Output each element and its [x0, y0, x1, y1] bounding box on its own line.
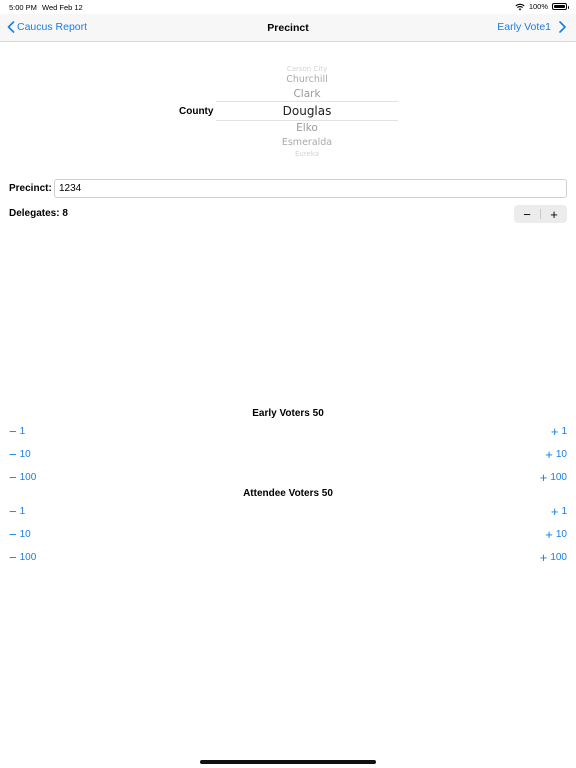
plus-icon: +	[539, 469, 548, 485]
early-voters-title: Early Voters 50	[252, 408, 324, 419]
plus-icon: +	[550, 423, 559, 439]
minus-icon: −	[9, 503, 17, 519]
minus-icon: −	[9, 549, 17, 565]
picker-option[interactable]: Elko	[216, 122, 398, 134]
home-indicator[interactable]	[200, 760, 376, 764]
early-plus-100-button[interactable]: + 100	[539, 469, 567, 485]
delegates-increment-button[interactable]: +	[541, 205, 567, 223]
attendee-plus-1-button[interactable]: + 1	[550, 503, 567, 519]
minus-icon: −	[9, 469, 17, 485]
delegates-label: Delegates: 8	[9, 208, 68, 219]
step-label: 100	[550, 472, 567, 483]
minus-icon: −	[9, 423, 17, 439]
plus-icon: +	[545, 446, 553, 462]
picker-option[interactable]: Clark	[216, 88, 398, 100]
step-label: 100	[19, 552, 37, 563]
attendee-minus-1-button[interactable]: − 1	[9, 503, 26, 519]
forward-button-label: Early Vote1	[497, 21, 551, 33]
status-time: 5:00 PM	[9, 3, 37, 12]
step-label: 1	[561, 426, 567, 437]
picker-option[interactable]: Churchill	[216, 74, 398, 85]
step-label: 100	[550, 552, 567, 563]
attendee-plus-100-button[interactable]: + 100	[539, 549, 567, 565]
attendee-plus-10-button[interactable]: + 10	[545, 526, 567, 542]
early-plus-1-button[interactable]: + 1	[550, 423, 567, 439]
picker-selection-top-line	[216, 101, 398, 102]
wifi-icon	[515, 3, 525, 10]
step-label: 100	[19, 472, 37, 483]
picker-option[interactable]: Carson City	[216, 65, 398, 73]
picker-selection-bottom-line	[216, 120, 398, 121]
step-label: 1	[19, 426, 26, 437]
early-minus-10-button[interactable]: − 10	[9, 446, 31, 462]
delegates-stepper: − +	[514, 205, 567, 223]
plus-icon: +	[550, 503, 559, 519]
page-title: Precinct	[267, 22, 309, 34]
step-label: 10	[555, 529, 567, 540]
precinct-input[interactable]	[54, 179, 567, 198]
step-label: 1	[561, 506, 567, 517]
step-label: 10	[555, 449, 567, 460]
delegates-decrement-button[interactable]: −	[514, 205, 540, 223]
step-label: 10	[19, 529, 31, 540]
early-minus-100-button[interactable]: − 100	[9, 469, 37, 485]
picker-option[interactable]: Eureka	[216, 150, 398, 158]
plus-icon: +	[545, 526, 553, 542]
step-label: 1	[19, 506, 26, 517]
status-bar: 5:00 PM Wed Feb 12 100%	[0, 0, 576, 14]
battery-percent: 100%	[528, 2, 548, 11]
status-right: 100%	[515, 2, 569, 11]
status-date: Wed Feb 12	[42, 3, 83, 12]
early-minus-1-button[interactable]: − 1	[9, 423, 26, 439]
chevron-right-icon	[559, 21, 566, 33]
plus-icon: +	[539, 549, 548, 565]
attendee-minus-10-button[interactable]: − 10	[9, 526, 31, 542]
early-plus-10-button[interactable]: + 10	[545, 446, 567, 462]
minus-icon: −	[9, 446, 17, 462]
minus-icon: −	[9, 526, 17, 542]
attendee-minus-100-button[interactable]: − 100	[9, 549, 37, 565]
forward-button[interactable]: Early Vote1	[497, 21, 566, 33]
step-label: 10	[19, 449, 31, 460]
county-picker[interactable]: Carson City Churchill Clark Douglas Elko…	[216, 62, 398, 160]
attendee-voters-title: Attendee Voters 50	[243, 488, 333, 499]
picker-option-selected[interactable]: Douglas	[216, 104, 398, 118]
precinct-label: Precinct:	[9, 183, 52, 194]
county-label: County	[179, 106, 214, 117]
battery-icon	[552, 3, 569, 10]
picker-option[interactable]: Esmeralda	[216, 137, 398, 148]
navigation-bar: Caucus Report Precinct Early Vote1	[0, 14, 576, 42]
